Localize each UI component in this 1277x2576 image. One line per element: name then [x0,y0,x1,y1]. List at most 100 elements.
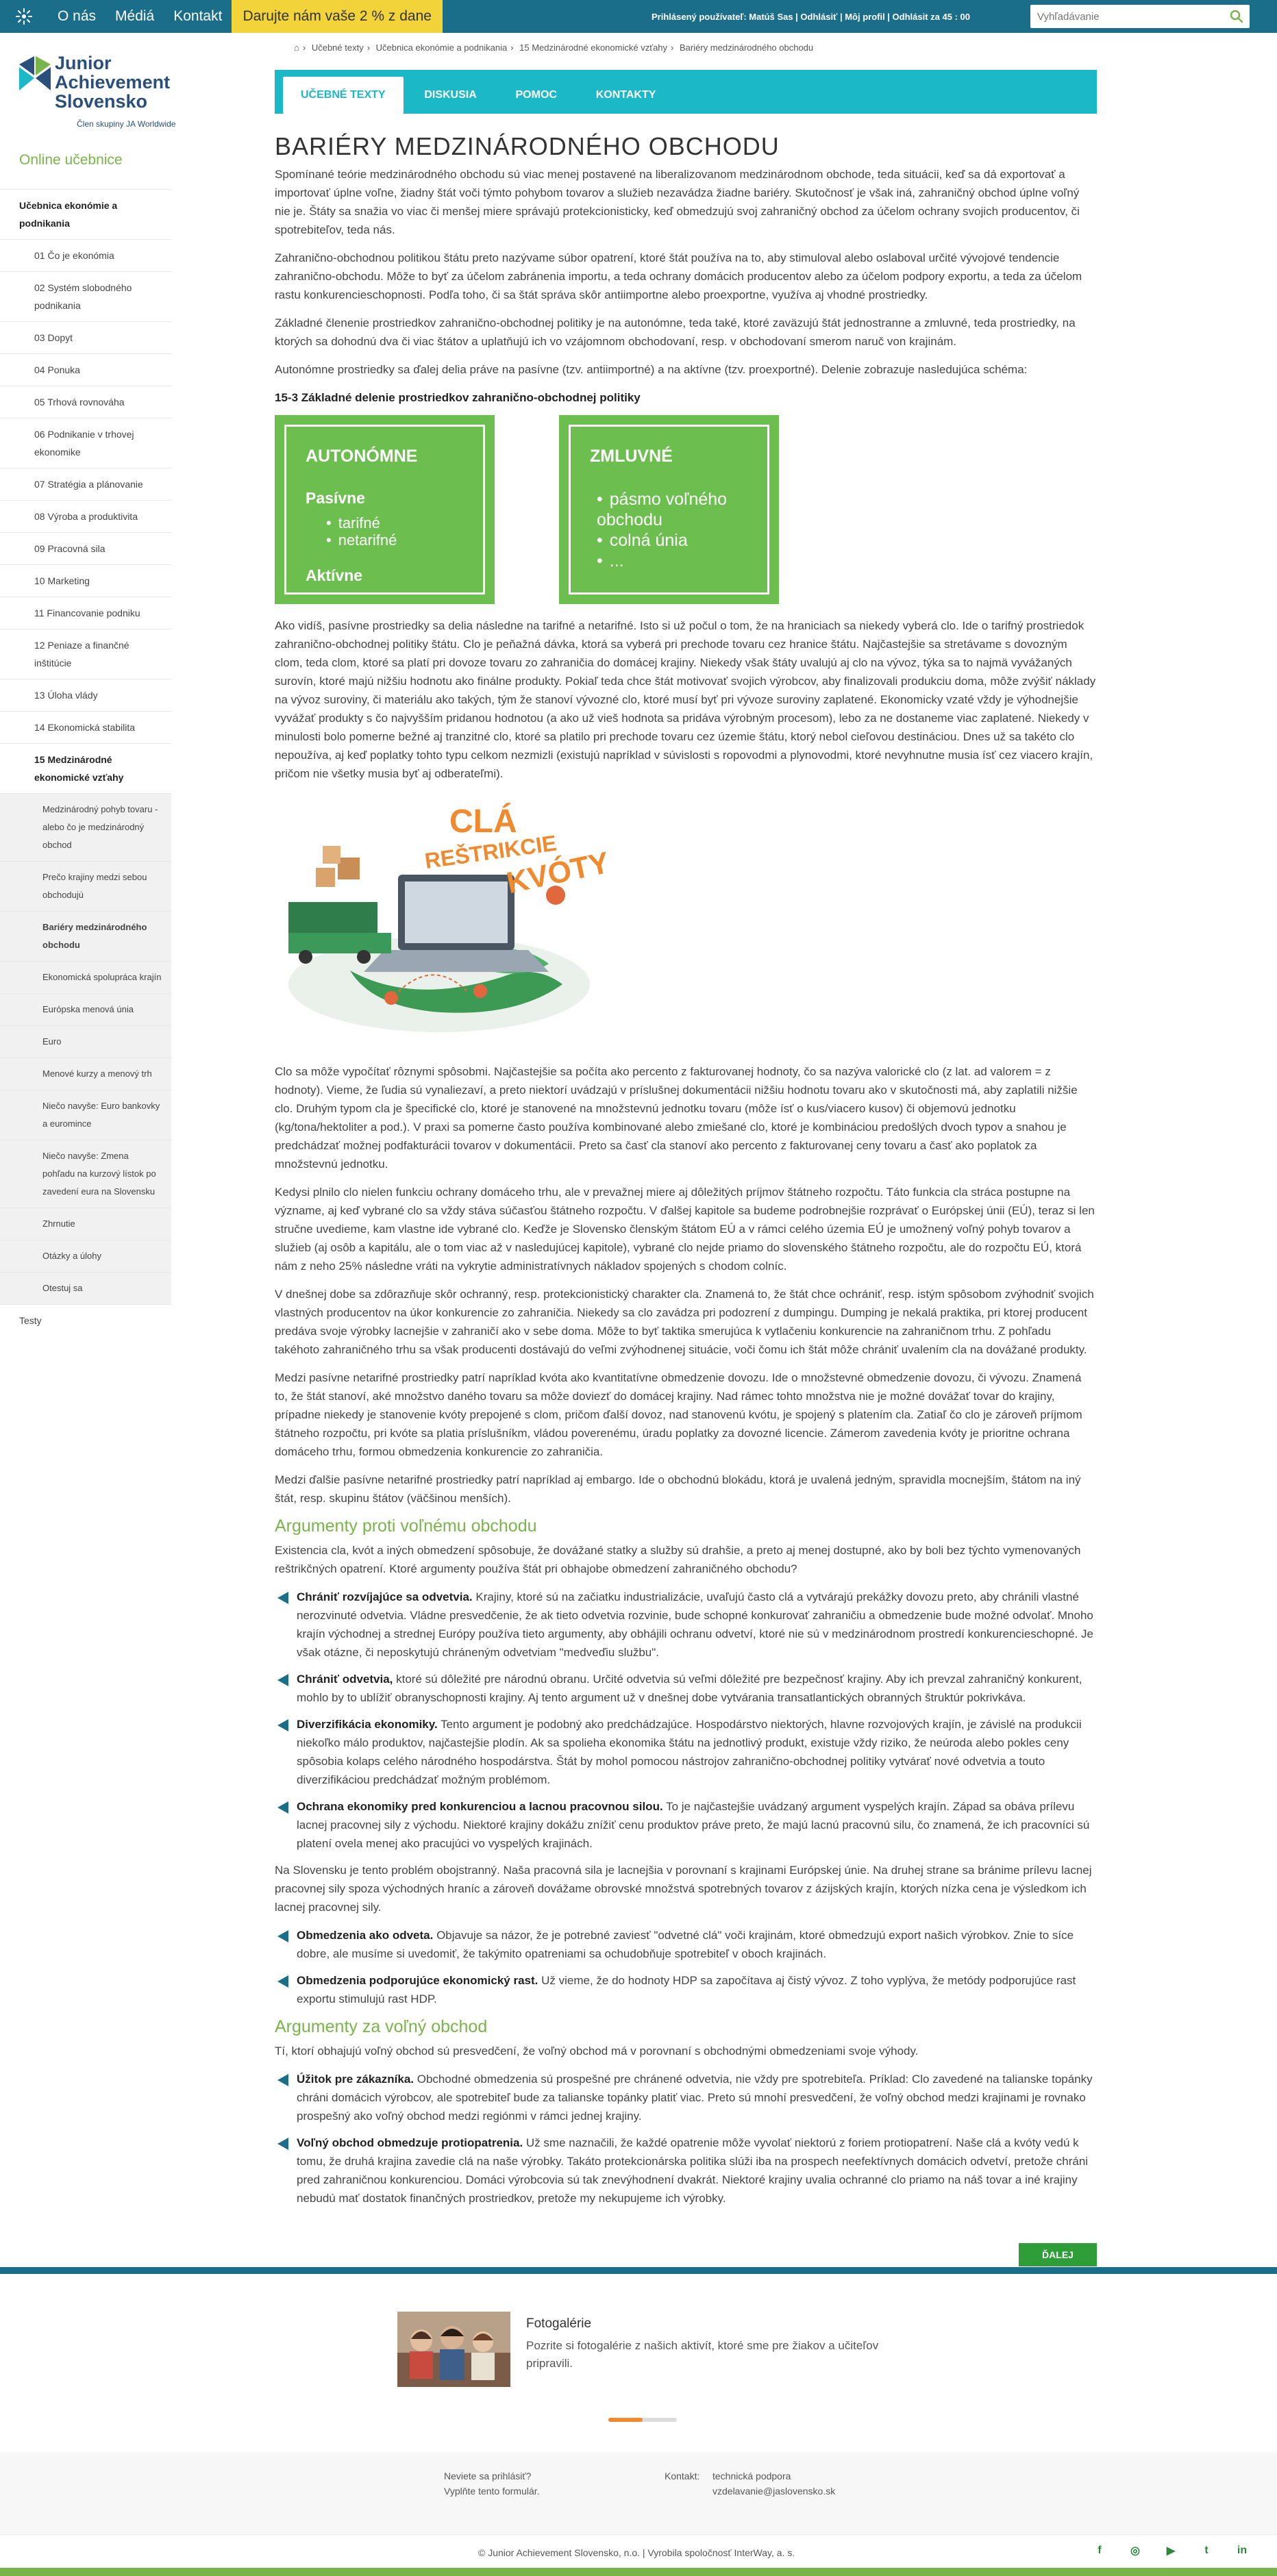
breadcrumb-item[interactable]: 15 Medzinárodné ekonomické vzťahy [519,42,667,53]
sidebar-item[interactable]: Euro [0,1025,171,1058]
paragraph: Základné členenie prostriedkov zahraničn… [275,316,1076,348]
logo-text: Junior Achievement Slovensko [55,53,171,112]
schema-box-autonomous: AUTONÓMNE Pasívne tarifné netarifné Aktí… [275,415,495,604]
sidebar-item[interactable]: 02 Systém slobodného podnikania [0,271,171,321]
argument-item: Chrániť rozvíjajúce sa odvetvia. Krajiny… [275,1588,1097,1662]
sidebar-item[interactable]: 10 Marketing [0,564,171,597]
illustration-word: CLÁ [449,803,517,840]
nav-about[interactable]: O nás [48,8,106,25]
paragraph: Kedysi plnilo clo nielen funkciu ochrany… [275,1186,1095,1273]
sidebar-item[interactable]: 15 Medzinárodné ekonomické vzťahy [0,743,171,793]
sidebar-item[interactable]: Učebnica ekonómie a podnikania [0,189,171,239]
contact-email-link[interactable]: vzdelavanie@jaslovensko.sk [712,2486,835,2497]
gallery-photo[interactable] [397,2312,510,2387]
donate-button[interactable]: Darujte nám vaše 2 % z dane [232,0,443,33]
login-help-text: Neviete sa prihlásiť? [444,2471,532,2481]
argument-text: ktoré sú dôležité pre národnú obranu. Ur… [297,1673,1082,1704]
sidebar-item[interactable]: Niečo navyše: Euro bankovky a euromince [0,1090,171,1140]
home-icon[interactable] [0,0,48,33]
search-icon[interactable] [1224,5,1250,28]
gallery-promo: Fotogalérie Pozrite si fotogalérie z naš… [0,2267,1277,2445]
sidebar-item[interactable]: Európska menová únia [0,993,171,1025]
triangle-bullet-icon [277,2074,288,2086]
sidebar-item[interactable]: 11 Financovanie podniku [0,597,171,629]
schema-title: 15-3 Základné delenie prostriedkov zahra… [275,391,641,404]
triangle-bullet-icon [277,2138,288,2150]
sidebar-item[interactable]: 08 Výroba a produktivita [0,500,171,532]
contact-label: Kontakt: [665,2471,700,2481]
section-heading: Argumenty proti voľnému obchodu [275,1516,537,1536]
argument-title: Chrániť rozvíjajúce sa odvetvia. [297,1590,473,1603]
sidebar-title[interactable]: Online učebnice [19,152,123,168]
tab-contacts[interactable]: Kontakty [578,74,674,116]
sidebar-item[interactable]: Ekonomická spolupráca krajín [0,961,171,993]
sidebar-item[interactable]: 09 Pracovná sila [0,532,171,564]
linkedin-icon[interactable]: in [1235,2543,1250,2558]
slider-progress[interactable] [608,2418,677,2422]
footer-bottom: © Junior Achievement Slovensko, n.o. | V… [0,2534,1277,2567]
youtube-icon[interactable]: ▶ [1163,2543,1178,2558]
copyright: © Junior Achievement Slovensko, n.o. | V… [478,2547,795,2558]
sidebar-menu: Učebnica ekonómie a podnikania 01 Čo je e… [0,189,171,1336]
schema-box-contractual: ZMLUVNÉ pásmo voľného obchodu colná únia… [559,415,779,604]
search-input[interactable] [1030,6,1224,27]
paragraph: Tí, ktorí obhajujú voľný obchod sú presv… [275,2044,919,2058]
sidebar-item[interactable]: Menové kurzy a menový trh [0,1058,171,1090]
breadcrumb-item[interactable]: Učebné texty [312,42,364,53]
social-links: f ◎ ▶ t in [1092,2543,1250,2558]
tab-discussion[interactable]: Diskusia [406,74,494,116]
gallery-title[interactable]: Fotogalérie [526,2316,591,2331]
triangle-bullet-icon [277,1719,288,1731]
sidebar-item[interactable]: 06 Podnikanie v trhovej ekonomike [0,418,171,468]
page-title: Bariéry medzinárodného obchodu [275,132,780,160]
user-info[interactable]: Prihlásený používateľ: Matúš Sas | Odhlá… [652,0,970,33]
paragraph: V dnešnej dobe sa zdôrazňuje skôr ochran… [275,1288,1094,1356]
triangle-bullet-icon [277,1674,288,1686]
sidebar-item[interactable]: 04 Ponuka [0,353,171,386]
sidebar-item[interactable]: Niečo navyše: Zmena pohľadu na kurzový l… [0,1140,171,1208]
breadcrumb-current: Bariéry medzinárodného obchodu [680,42,814,53]
argument-item: Obmedzenia ako odveta. Objavuje sa názor… [275,1926,1097,1963]
instagram-icon[interactable]: ◎ [1128,2543,1143,2558]
sidebar-item[interactable]: Bariéry medzinárodného obchodu [0,911,171,961]
next-button[interactable]: ĎALEJ [1019,2243,1097,2266]
footer-links: Neviete sa prihlásiť? Vyplňte tento form… [0,2452,1277,2534]
sidebar-item[interactable]: 12 Peniaze a finančné inštitúcie [0,629,171,679]
sidebar-item[interactable]: Otázky a úlohy [0,1240,171,1272]
top-nav: O nás Médiá Kontakt [48,0,232,33]
breadcrumb: ⌂ › Učebné texty › Učebnica ekonómie a pod… [294,42,814,53]
tab-help[interactable]: Pomoc [498,74,575,116]
sidebar-item[interactable]: Testy [0,1304,171,1336]
sidebar-item[interactable]: Prečo krajiny medzi sebou obchodujú [0,861,171,911]
argument-title: Obmedzenia podporujúce ekonomický rast. [297,1974,538,1987]
tab-texts[interactable]: Učebné texty [283,77,404,114]
schema: AUTONÓMNE Pasívne tarifné netarifné Aktí… [275,415,1097,604]
sidebar-item[interactable]: 07 Stratégia a plánovanie [0,468,171,500]
facebook-icon[interactable]: f [1092,2543,1107,2558]
breadcrumb-home-icon[interactable]: ⌂ [294,42,299,53]
twitter-icon[interactable]: t [1199,2543,1214,2558]
logo[interactable]: Junior Achievement Slovensko Člen skupin… [15,51,200,134]
login-help-link[interactable]: Vyplňte tento formulár. [444,2486,540,2497]
argument-title: Chrániť odvetvia, [297,1673,393,1686]
nav-media[interactable]: Médiá [106,8,164,25]
triangle-bullet-icon [277,1801,288,1814]
breadcrumb-item[interactable]: Učebnica ekonómie a podnikania [376,42,508,53]
paragraph: Ako vidíš, pasívne prostriedky sa delia … [275,619,1096,780]
sidebar-item[interactable]: 05 Trhová rovnováha [0,386,171,418]
paragraph: Medzi pasívne netarifné prostriedky patr… [275,1371,1082,1458]
sidebar-item[interactable]: Zhrnutie [0,1208,171,1240]
sidebar-item[interactable]: 03 Dopyt [0,321,171,353]
argument-title: Diverzifikácia ekonomiky. [297,1718,438,1731]
footer-stripe [0,2568,1277,2576]
sidebar-item[interactable]: Otestuj sa [0,1272,171,1304]
argument-title: Ochrana ekonomiky pred konkurenciou a la… [297,1800,663,1813]
sidebar-item[interactable]: 01 Čo je ekonómia [0,239,171,271]
paragraph: Spomínané teórie medzinárodného obchodu … [275,168,1080,236]
argument-item: Ochrana ekonomiky pred konkurenciou a la… [275,1797,1097,1853]
triangle-bullet-icon [277,1975,288,1988]
sidebar-item[interactable]: Medzinárodný pohyb tovaru - alebo čo je … [0,793,171,861]
sidebar-item[interactable]: 14 Ekonomická stabilita [0,711,171,743]
sidebar-item[interactable]: 13 Úloha vlády [0,679,171,711]
nav-contact[interactable]: Kontakt [164,8,232,25]
